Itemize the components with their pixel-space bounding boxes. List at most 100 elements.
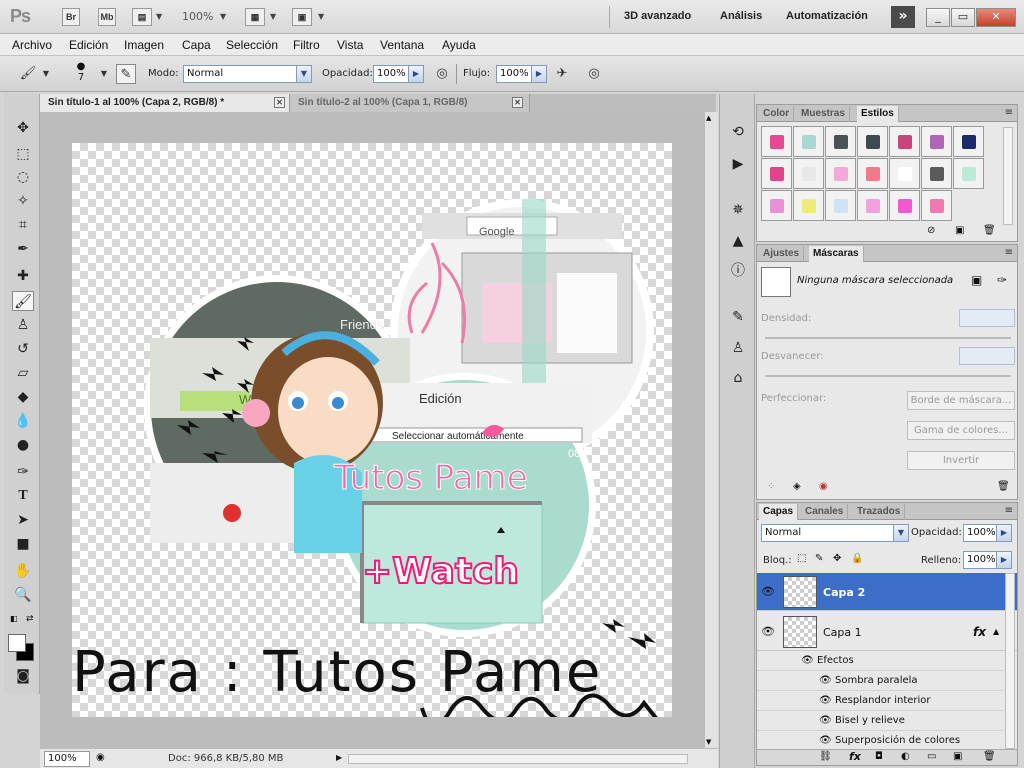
effect-row-bevel-emboss[interactable]: 👁 Bisel y relieve bbox=[757, 711, 1003, 731]
tool-preset-dropdown-icon[interactable]: ▼ bbox=[36, 64, 56, 84]
quick-mask-icon[interactable]: ◙ bbox=[12, 666, 34, 686]
lock-transparency-icon[interactable]: ⬚ bbox=[797, 553, 806, 564]
link-layers-icon[interactable]: ⛓ bbox=[819, 751, 832, 762]
status-menu-arrow-icon[interactable]: ▶ bbox=[336, 753, 342, 762]
tablet-pressure-size-icon[interactable]: ◎ bbox=[584, 64, 604, 84]
effect-visibility-eye-icon[interactable]: 👁 bbox=[819, 715, 832, 726]
brush-picker-dropdown-icon[interactable]: ▼ bbox=[94, 64, 114, 84]
blur-tool-icon[interactable]: 💧 bbox=[12, 411, 34, 431]
new-layer-icon[interactable]: ▣ bbox=[953, 751, 962, 762]
menu-archivo[interactable]: Archivo bbox=[12, 38, 52, 52]
move-tool-icon[interactable]: ✥ bbox=[12, 118, 34, 138]
healing-brush-tool-icon[interactable]: ✚ bbox=[12, 266, 34, 286]
tab-color[interactable]: Color bbox=[759, 106, 795, 122]
eyedropper-tool-icon[interactable]: ✒ bbox=[12, 239, 34, 259]
screen-mode-icon[interactable]: ▣ bbox=[292, 8, 312, 26]
style-swatch[interactable] bbox=[793, 126, 824, 157]
arrange-dropdown-icon[interactable]: ▼ bbox=[270, 12, 276, 21]
horizontal-scrollbar[interactable] bbox=[348, 754, 688, 764]
style-swatch[interactable] bbox=[889, 190, 920, 221]
clone-source-panel-icon[interactable]: ♙ bbox=[728, 338, 748, 358]
eraser-tool-icon[interactable]: ▱ bbox=[12, 363, 34, 383]
menu-vista[interactable]: Vista bbox=[337, 38, 363, 52]
style-swatch[interactable] bbox=[761, 190, 792, 221]
effects-group-row[interactable]: 👁 Efectos bbox=[757, 651, 1003, 671]
arrange-documents-icon[interactable]: ▦ bbox=[245, 8, 265, 26]
blend-mode-dropdown-icon[interactable]: ▼ bbox=[893, 524, 909, 542]
foreground-color-swatch[interactable] bbox=[8, 634, 26, 652]
apply-mask-icon[interactable]: ◈ bbox=[793, 481, 801, 492]
mini-bridge-button[interactable]: Mb bbox=[98, 8, 116, 26]
style-swatch[interactable] bbox=[825, 126, 856, 157]
brush-panel-toggle-icon[interactable]: ✎ bbox=[116, 64, 136, 84]
pen-tool-icon[interactable]: ✑ bbox=[12, 462, 34, 482]
style-swatch[interactable] bbox=[825, 158, 856, 189]
style-swatch[interactable] bbox=[921, 126, 952, 157]
dodge-tool-icon[interactable]: ● bbox=[12, 435, 34, 455]
menu-filtro[interactable]: Filtro bbox=[293, 38, 320, 52]
style-swatch[interactable] bbox=[793, 158, 824, 189]
shape-tool-icon[interactable]: ■ bbox=[12, 534, 34, 554]
tab-paths[interactable]: Trazados bbox=[853, 504, 906, 520]
density-input[interactable] bbox=[959, 309, 1015, 327]
view-extras-dropdown-icon[interactable]: ▼ bbox=[156, 12, 162, 21]
opacity-field[interactable]: 100% bbox=[373, 65, 409, 83]
tab-masks[interactable]: Máscaras bbox=[809, 246, 864, 262]
tab-adjustments[interactable]: Ajustes bbox=[759, 246, 805, 262]
effect-row-color-overlay[interactable]: 👁 Superposición de colores bbox=[757, 731, 1003, 751]
workspace-automation[interactable]: Automatización bbox=[786, 10, 868, 22]
clear-style-icon[interactable]: ⊘ bbox=[927, 225, 935, 236]
screen-mode-dropdown-icon[interactable]: ▼ bbox=[318, 12, 324, 21]
tool-presets-panel-icon[interactable]: ⌂ bbox=[728, 368, 748, 388]
brush-presets-panel-icon[interactable]: ✎ bbox=[728, 307, 748, 327]
blend-mode-select[interactable]: Normal bbox=[761, 524, 895, 542]
adjustment-layer-icon[interactable]: ◐ bbox=[901, 751, 910, 762]
tab-swatches[interactable]: Muestras bbox=[797, 106, 850, 122]
tablet-pressure-opacity-icon[interactable]: ◎ bbox=[432, 64, 452, 84]
delete-layer-icon[interactable]: 🗑 bbox=[983, 751, 996, 762]
density-slider[interactable] bbox=[765, 337, 1011, 339]
document-canvas[interactable]: Watching Friends Edición Seleccionar aut… bbox=[72, 143, 672, 717]
feather-slider[interactable] bbox=[765, 375, 1011, 377]
masks-panel-menu-icon[interactable]: ≡ bbox=[1005, 247, 1013, 258]
zoom-dropdown-icon[interactable]: ▼ bbox=[220, 12, 226, 21]
delete-mask-icon[interactable]: 🗑 bbox=[997, 481, 1010, 492]
effect-visibility-eye-icon[interactable]: 👁 bbox=[819, 735, 832, 746]
layer-visibility-eye-icon[interactable]: 👁 bbox=[761, 625, 775, 639]
add-layer-mask-icon[interactable]: ◘ bbox=[875, 751, 883, 762]
disable-mask-icon[interactable]: ◉ bbox=[819, 481, 828, 492]
effect-visibility-eye-icon[interactable]: 👁 bbox=[819, 695, 832, 706]
opacity-slider-icon[interactable]: ▶ bbox=[408, 65, 424, 83]
mode-dropdown-icon[interactable]: ▼ bbox=[296, 65, 312, 83]
styles-panel-menu-icon[interactable]: ≡ bbox=[1005, 107, 1013, 118]
style-swatch[interactable] bbox=[953, 126, 984, 157]
default-colors-icon[interactable]: ◧ bbox=[10, 614, 18, 623]
maximize-button[interactable]: ▭ bbox=[951, 8, 975, 27]
workspace-analysis[interactable]: Análisis bbox=[720, 10, 762, 22]
histogram-panel-icon[interactable]: ▲ bbox=[728, 231, 748, 251]
style-swatch[interactable] bbox=[857, 126, 888, 157]
navigator-panel-icon[interactable]: ✵ bbox=[728, 200, 748, 220]
zoom-level[interactable]: 100% bbox=[182, 10, 213, 23]
status-camera-icon[interactable]: ◉ bbox=[96, 752, 105, 763]
airbrush-icon[interactable]: ✈ bbox=[552, 64, 572, 84]
paint-bucket-tool-icon[interactable]: ◆ bbox=[12, 387, 34, 407]
lasso-tool-icon[interactable]: ◌ bbox=[12, 167, 34, 187]
status-zoom-field[interactable]: 100% bbox=[44, 751, 90, 767]
effects-visibility-eye-icon[interactable]: 👁 bbox=[801, 655, 814, 666]
style-swatch[interactable] bbox=[761, 158, 792, 189]
menu-imagen[interactable]: Imagen bbox=[124, 38, 164, 52]
menu-ayuda[interactable]: Ayuda bbox=[442, 38, 476, 52]
tab-document-1[interactable]: Sin título-1 al 100% (Capa 2, RGB/8) * ✕ bbox=[40, 94, 290, 112]
more-workspaces-button[interactable]: » bbox=[891, 6, 915, 28]
add-layer-style-icon[interactable]: fx bbox=[849, 750, 861, 763]
fill-slider-icon[interactable]: ▶ bbox=[996, 551, 1012, 569]
quick-selection-tool-icon[interactable]: ✧ bbox=[12, 191, 34, 211]
flow-field[interactable]: 100% bbox=[496, 65, 532, 83]
invert-button[interactable]: Invertir bbox=[907, 451, 1015, 470]
actions-panel-icon[interactable]: ▶ bbox=[728, 154, 748, 174]
zoom-tool-icon[interactable]: 🔍 bbox=[12, 585, 34, 605]
effect-row-drop-shadow[interactable]: 👁 Sombra paralela bbox=[757, 671, 1003, 691]
close-tab-2-icon[interactable]: ✕ bbox=[512, 97, 523, 108]
layer-effects-fx-icon[interactable]: fx bbox=[973, 625, 986, 639]
